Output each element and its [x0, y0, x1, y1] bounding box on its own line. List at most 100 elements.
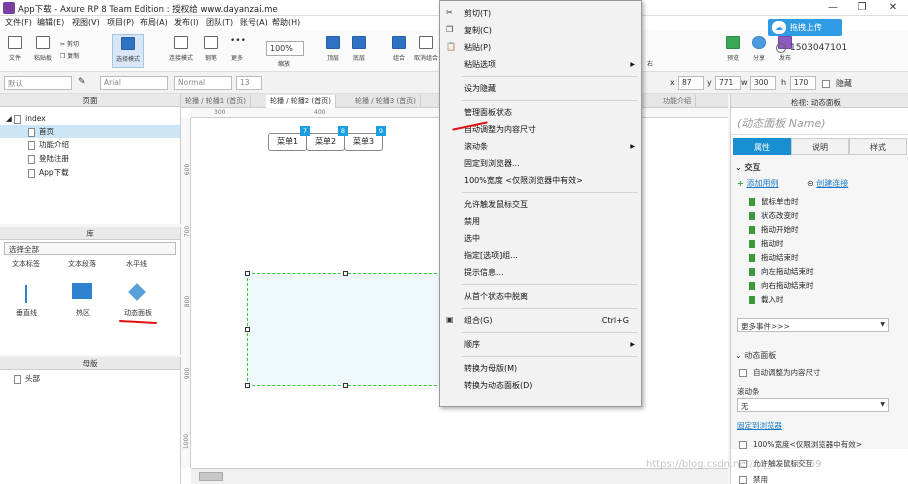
panel-name-input[interactable]: (动态面板 Name) [731, 109, 908, 135]
menu-publish[interactable]: 发布(I) [174, 17, 199, 28]
resize-handle[interactable] [343, 271, 348, 276]
context-menu-item[interactable]: 选中 [440, 230, 641, 247]
group-button[interactable]: 组合 [386, 34, 412, 68]
select-mode-button[interactable]: 选择模式 [112, 34, 144, 68]
tab-style[interactable]: 样式 [849, 138, 907, 155]
context-menu-item[interactable]: 提示信息... [440, 264, 641, 281]
page-root[interactable]: ◢ index [6, 112, 46, 125]
menu-project[interactable]: 项目(P) [107, 17, 134, 28]
dynamic-panel-widget[interactable] [247, 273, 447, 386]
tab-carousel-2[interactable]: 轮播 / 轮播2 (首页) [266, 95, 336, 108]
paint-format-icon[interactable]: ✎ [78, 77, 86, 87]
resize-handle[interactable] [245, 383, 250, 388]
page-item-login[interactable]: 登陆注册 [28, 152, 69, 165]
page-item-features[interactable]: 功能介绍 [28, 138, 69, 151]
ungroup-button[interactable]: 取消组合 [412, 34, 440, 68]
context-menu-item[interactable]: 自动调整为内容尺寸 [440, 121, 641, 138]
user-id[interactable]: 1503047101 [790, 43, 847, 53]
context-menu-item[interactable]: 设为隐藏 [440, 80, 641, 97]
close-icon[interactable]: ✕ [878, 0, 908, 16]
top-layer-button[interactable]: 顶层 [320, 34, 346, 68]
y-input[interactable]: 771 [715, 76, 741, 90]
widget-vline[interactable]: 垂直线 [16, 308, 37, 318]
event-item[interactable]: 拖动时 [749, 237, 784, 250]
menu-team[interactable]: 团队(T) [206, 17, 233, 28]
context-menu-item[interactable]: ✂ 剪切(T) [440, 5, 641, 22]
tab-properties[interactable]: 属性 [733, 138, 791, 155]
widget-hline[interactable]: 水平线 [126, 259, 147, 269]
clipboard-button[interactable]: 粘贴板 [30, 34, 56, 68]
preview-button[interactable]: 预览 [720, 34, 746, 68]
tab-features[interactable]: 功能介绍 [659, 95, 696, 108]
context-menu-item[interactable]: 管理面板状态 [440, 104, 641, 121]
tab-carousel-1[interactable]: 轮播 / 轮播1 (首页) [181, 95, 251, 108]
menu-account[interactable]: 账号(A) [240, 17, 268, 28]
context-menu-item[interactable]: 转换为动态面板(D) [440, 377, 641, 394]
menu-view[interactable]: 视图(V) [72, 17, 100, 28]
context-menu-item[interactable]: 转换为母版(M) [440, 360, 641, 377]
page-item-download[interactable]: App下载 [28, 166, 69, 179]
w-input[interactable]: 300 [750, 76, 776, 90]
pen-button[interactable]: 钢笔 [198, 34, 224, 68]
zoom-select[interactable]: 100% [266, 41, 304, 56]
widget-dynamic-panel[interactable]: 动态面板 [124, 308, 152, 318]
section-interaction[interactable]: ⌄ 交互 [735, 162, 761, 173]
event-item[interactable]: 向右拖动结束时 [749, 279, 814, 292]
context-menu-item[interactable]: 指定[选项]组... [440, 247, 641, 264]
style-select[interactable]: 默认 [4, 76, 72, 90]
context-menu-item[interactable]: ▣ 组合(G) Ctrl+G [440, 312, 641, 329]
context-menu-item[interactable]: 顺序 ▶ [440, 336, 641, 353]
more-button[interactable]: ••• 更多 [224, 34, 250, 68]
x-input[interactable]: 87 [678, 76, 704, 90]
connect-mode-button[interactable]: 连接模式 [166, 34, 196, 68]
widget-text-label[interactable]: 文本标签 [12, 259, 40, 269]
widget-hotspot[interactable]: 热区 [76, 308, 90, 318]
autofit-checkbox[interactable]: 自动调整为内容尺寸 [739, 367, 821, 378]
event-item[interactable]: 载入时 [749, 293, 784, 306]
event-item[interactable]: 状态改变时 [749, 209, 799, 222]
pin-to-browser-link[interactable]: 固定到浏览器 [737, 420, 782, 431]
menu-layout[interactable]: 布局(A) [140, 17, 168, 28]
font-size-select[interactable]: 13 [236, 76, 262, 90]
menu-help[interactable]: 帮助(H) [272, 17, 300, 28]
widget-paragraph[interactable]: 文本段落 [68, 259, 96, 269]
resize-handle[interactable] [245, 327, 250, 332]
create-link-link[interactable]: ⊝ 创建连接 [807, 178, 848, 189]
copy-button[interactable]: ❐ 复制 [60, 51, 79, 60]
disable-checkbox[interactable]: 禁用 [739, 474, 768, 484]
file-button[interactable]: 文件 [2, 34, 28, 68]
section-dynamic-panel[interactable]: ⌄ 动态面板 [735, 350, 776, 361]
context-menu-item[interactable]: 允许触发鼠标交互 [440, 196, 641, 213]
bottom-layer-button[interactable]: 底层 [346, 34, 372, 68]
context-menu-item[interactable]: 固定到浏览器... [440, 155, 641, 172]
event-item[interactable]: 鼠标单击时 [749, 195, 799, 208]
tab-notes[interactable]: 说明 [791, 138, 849, 155]
resize-handle[interactable] [343, 383, 348, 388]
context-menu-item[interactable]: 100%宽度 <仅限浏览器中有效> [440, 172, 641, 189]
page-item-home[interactable]: 首页 [0, 125, 180, 138]
tab-carousel-3[interactable]: 轮播 / 轮播3 (首页) [351, 95, 421, 108]
context-menu-item[interactable]: ❐ 复制(C) [440, 22, 641, 39]
context-menu-item[interactable]: 滚动条 ▶ [440, 138, 641, 155]
hidden-checkbox[interactable]: 隐藏 [822, 78, 852, 89]
horizontal-scrollbar[interactable] [191, 468, 728, 484]
font-weight-select[interactable]: Normal [174, 76, 232, 90]
menu-edit[interactable]: 编辑(E) [37, 17, 64, 28]
maximize-icon[interactable]: ❐ [847, 0, 877, 16]
event-item[interactable]: 拖动开始时 [749, 223, 799, 236]
context-menu-item[interactable]: 粘贴选项 ▶ [440, 56, 641, 73]
menu-file[interactable]: 文件(F) [5, 17, 32, 28]
resize-handle[interactable] [245, 271, 250, 276]
cut-button[interactable]: ✂ 剪切 [60, 39, 79, 48]
context-menu-item[interactable]: 📋 粘贴(P) [440, 39, 641, 56]
share-button[interactable]: 分享 [746, 34, 772, 68]
full-width-checkbox[interactable]: 100%宽度<仅限浏览器中有效> [739, 439, 862, 450]
h-input[interactable]: 170 [790, 76, 816, 90]
event-item[interactable]: 拖动结束时 [749, 251, 799, 264]
minimize-icon[interactable]: — [818, 0, 848, 16]
scrollbar-select[interactable]: 无 ▼ [737, 398, 889, 412]
font-select[interactable]: Arial [100, 76, 168, 90]
more-events-select[interactable]: 更多事件>>> ▼ [737, 318, 889, 332]
scroll-thumb[interactable] [199, 472, 223, 481]
event-item[interactable]: 向左拖动结束时 [749, 265, 814, 278]
